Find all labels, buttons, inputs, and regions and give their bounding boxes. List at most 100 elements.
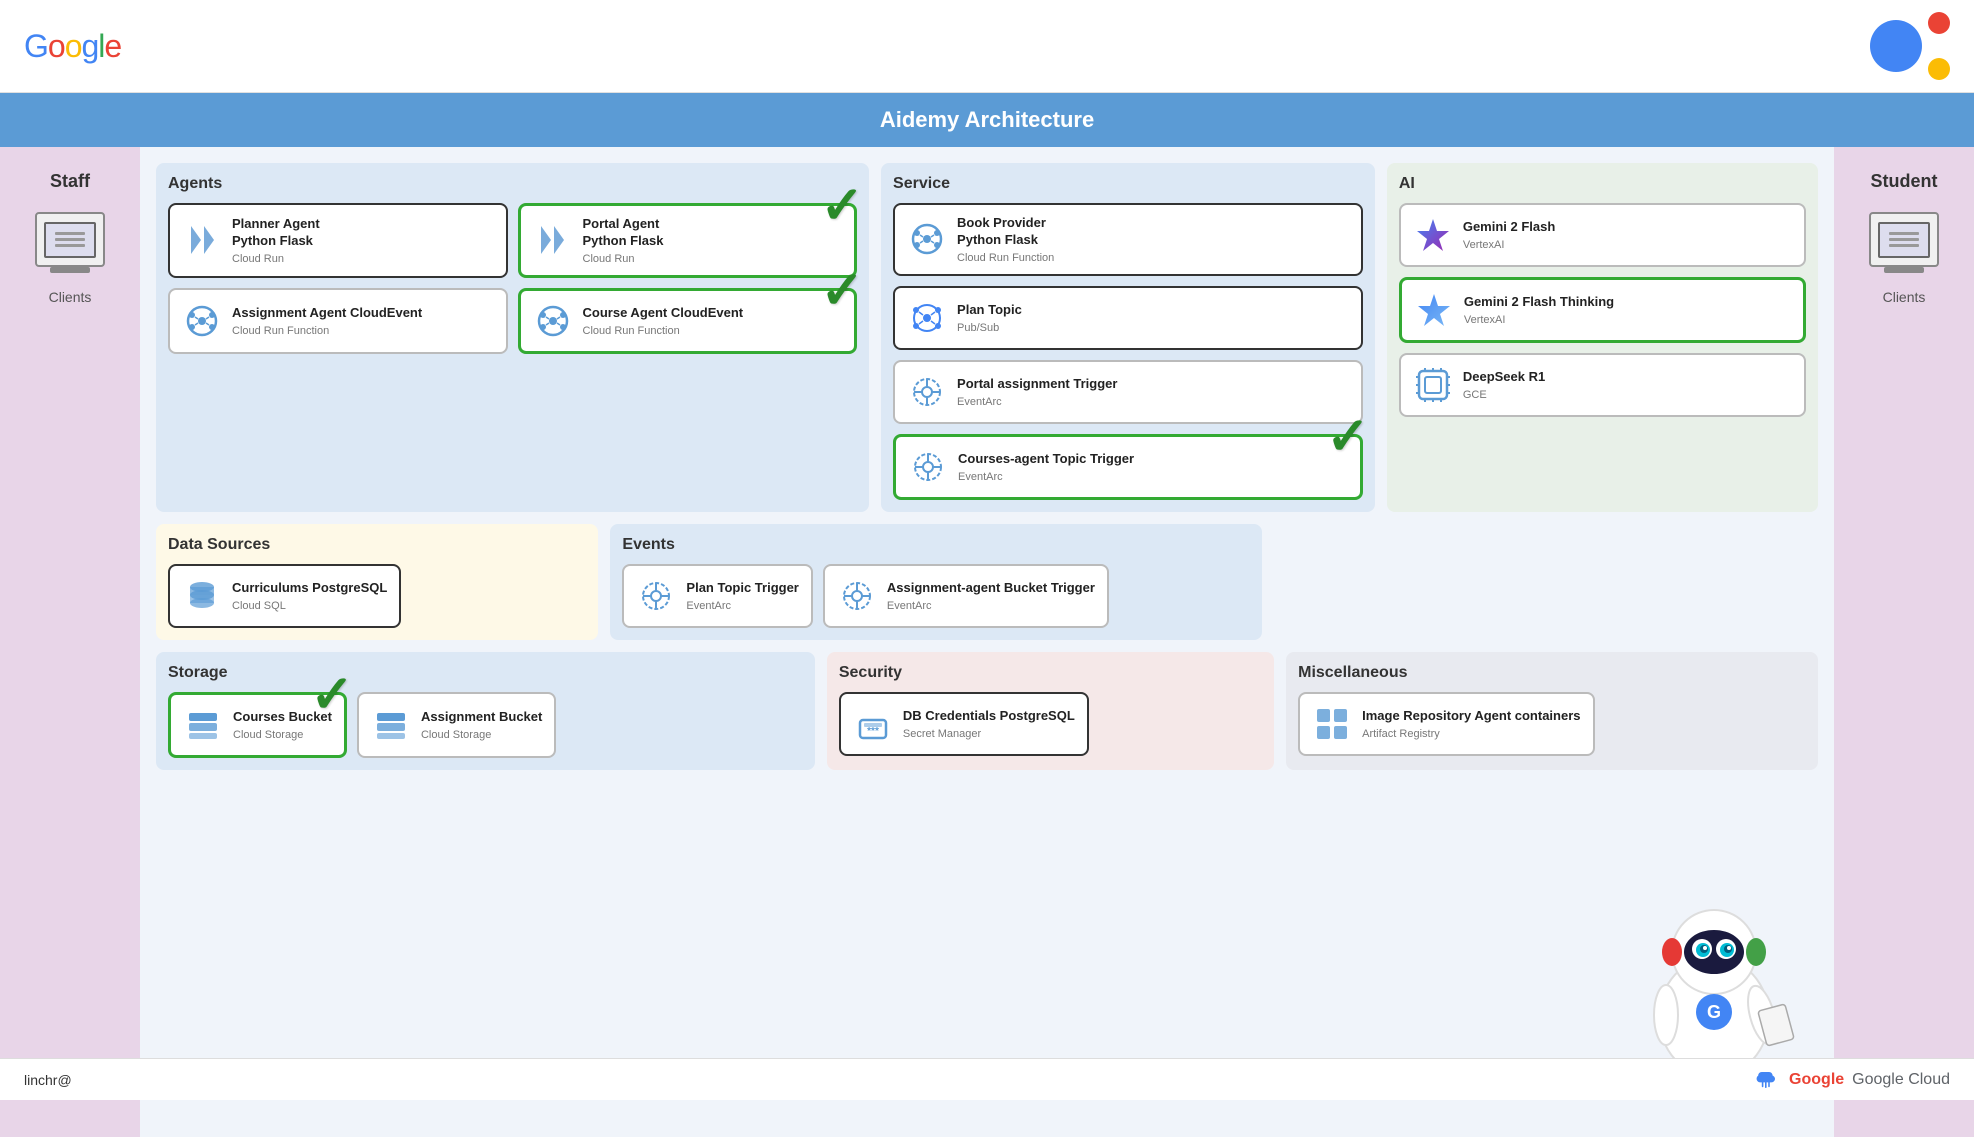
row-3: Storage Courses Bucket [156,652,1818,770]
storage-cards: Courses Bucket Cloud Storage ✓ [168,692,803,758]
google-cloud-logo: Google Google Cloud [1749,1066,1950,1094]
assignment-agent-title: Assignment Agent CloudEvent [232,305,494,322]
agents-title: Agents [168,175,857,193]
events-cards: Plan Topic Trigger EventArc [622,564,1250,628]
row2-spacer [1274,524,1818,640]
course-cloudevent-icon [533,301,573,341]
staff-client-icon [35,212,105,267]
portal-cloud-run-icon [533,220,573,260]
assignment-bucket-trigger-card: Assignment-agent Bucket Trigger EventArc [823,564,1109,628]
assignment-storage-icon [371,705,411,745]
events-section: Events [610,524,1262,640]
courses-bucket-card: Courses Bucket Cloud Storage ✓ [168,692,347,758]
staff-clients-label: Clients [49,289,92,305]
deepseek-title: DeepSeek R1 [1463,369,1792,386]
assistant-icon [1870,12,1950,80]
course-agent-card: Course Agent CloudEvent Cloud Run Functi… [518,288,858,354]
portal-assignment-subtitle: EventArc [957,396,1349,408]
curriculums-card: Curriculums PostgreSQL Cloud SQL [168,564,401,628]
curriculums-title: Curriculums PostgreSQL [232,580,387,597]
dot-yellow [1928,58,1950,80]
assignment-agent-subtitle: Cloud Run Function [232,325,494,337]
service-title: Service [893,175,1363,193]
events-title: Events [622,536,1250,554]
gemini-thinking-card: Gemini 2 Flash Thinking VertexAI [1399,277,1806,343]
plan-topic-icon [907,298,947,338]
title-banner: Aidemy Architecture [0,93,1974,147]
staff-panel: Staff Clients [0,147,140,1137]
assignment-bucket-trigger-title: Assignment-agent Bucket Trigger [887,580,1095,597]
assignment-bucket-trigger-icon [837,576,877,616]
page-title: Aidemy Architecture [880,107,1094,132]
deepseek-subtitle: GCE [1463,389,1792,401]
service-cards: Book ProviderPython Flask Cloud Run Func… [893,203,1363,500]
curriculums-subtitle: Cloud SQL [232,600,387,612]
misc-title: Miscellaneous [1298,664,1806,682]
courses-agent-topic-card: Courses-agent Topic Trigger EventArc ✓ [893,434,1363,500]
plan-topic-subtitle: Pub/Sub [957,322,1349,334]
row-1: Agents Planner AgentPython Flask Cloud [156,163,1818,512]
sql-icon [182,576,222,616]
security-cards: *** DB Credentials PostgreSQL Secret Man… [839,692,1262,756]
plan-topic-trigger-title: Plan Topic Trigger [686,580,798,597]
portal-assignment-card: Portal assignment Trigger EventArc [893,360,1363,424]
student-client-icon [1869,212,1939,267]
gemini-flash-icon [1413,215,1453,255]
book-provider-card: Book ProviderPython Flask Cloud Run Func… [893,203,1363,276]
gemini-flash-card: Gemini 2 Flash VertexAI [1399,203,1806,267]
portal-assignment-title: Portal assignment Trigger [957,376,1349,393]
misc-cards: Image Repository Agent containers Artifa… [1298,692,1806,756]
svg-text:***: *** [867,726,879,737]
storage-title: Storage [168,664,803,682]
top-bar: Google [0,0,1974,93]
bottom-bar: linchr@ Google Google Cloud [0,1058,1974,1100]
plan-topic-trigger-subtitle: EventArc [686,600,798,612]
assignment-bucket-trigger-subtitle: EventArc [887,600,1095,612]
artifact-registry-icon [1312,704,1352,744]
assignment-bucket-card: Assignment Bucket Cloud Storage [357,692,556,758]
courses-agent-icon [908,447,948,487]
courses-bucket-subtitle: Cloud Storage [233,729,332,741]
deepseek-card: DeepSeek R1 GCE [1399,353,1806,417]
agents-cards: Planner AgentPython Flask Cloud Run [168,203,857,354]
gemini-thinking-subtitle: VertexAI [1464,314,1791,326]
book-provider-subtitle: Cloud Run Function [957,252,1349,264]
svg-text:G: G [1707,1002,1721,1022]
courses-bucket-title: Courses Bucket [233,709,332,726]
book-provider-icon [907,219,947,259]
courses-storage-icon [183,705,223,745]
gemini-flash-subtitle: VertexAI [1463,239,1792,251]
plan-topic-title: Plan Topic [957,302,1349,319]
dot-red [1928,12,1950,34]
portal-agent-title: Portal AgentPython Flask [583,216,843,250]
image-repo-subtitle: Artifact Registry [1362,728,1580,740]
book-provider-title: Book ProviderPython Flask [957,215,1349,249]
staff-label: Staff [50,171,90,192]
security-section: Security *** DB Credentials PostgreSQL [827,652,1274,770]
data-sources-cards: Curriculums PostgreSQL Cloud SQL [168,564,586,628]
ai-title: AI [1399,175,1806,193]
secret-manager-icon: *** [853,704,893,744]
gemini-flash-title: Gemini 2 Flash [1463,219,1792,236]
center-area: Agents Planner AgentPython Flask Cloud [140,147,1834,1137]
course-agent-subtitle: Cloud Run Function [583,325,843,337]
image-repo-title: Image Repository Agent containers [1362,708,1580,725]
data-sources-section: Data Sources [156,524,598,640]
robot-illustration: G [1614,867,1814,1087]
assignment-agent-card: Assignment Agent CloudEvent Cloud Run Fu… [168,288,508,354]
plan-topic-card: Plan Topic Pub/Sub [893,286,1363,350]
courses-agent-topic-subtitle: EventArc [958,471,1348,483]
portal-trigger-icon [907,372,947,412]
ai-cards: Gemini 2 Flash VertexAI [1399,203,1806,417]
portal-agent-card: Portal AgentPython Flask Cloud Run ✓ [518,203,858,278]
gc-logo-icon [1749,1066,1781,1094]
image-repo-card: Image Repository Agent containers Artifa… [1298,692,1594,756]
course-agent-title: Course Agent CloudEvent [583,305,843,322]
portal-agent-subtitle: Cloud Run [583,253,843,265]
gemini-thinking-title: Gemini 2 Flash Thinking [1464,294,1791,311]
planner-agent-card: Planner AgentPython Flask Cloud Run [168,203,508,278]
assignment-bucket-subtitle: Cloud Storage [421,729,542,741]
assignment-cloudevent-icon [182,301,222,341]
storage-section: Storage Courses Bucket [156,652,815,770]
cloud-run-icon [182,220,222,260]
